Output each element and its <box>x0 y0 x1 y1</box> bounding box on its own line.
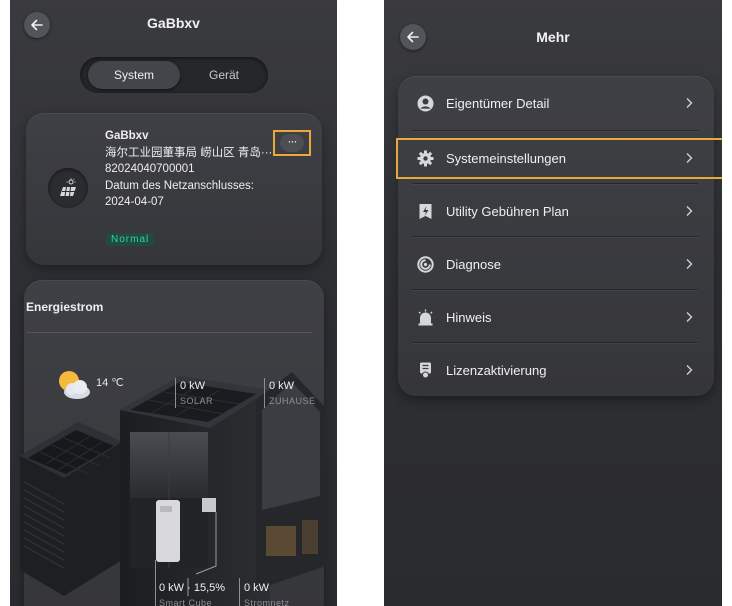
page-title: GaBbxv <box>147 15 200 31</box>
status-badge: Normal <box>106 233 155 246</box>
ellipsis-icon: ··· <box>280 134 304 152</box>
chevron-right-icon <box>686 98 693 108</box>
menu-item-utility-plan[interactable]: Utility Gebühren Plan <box>398 184 714 238</box>
tab-system[interactable]: System <box>88 61 180 89</box>
more-options-button[interactable]: ··· <box>273 130 311 156</box>
more-screen: Mehr Eigentümer Detail Systemeinstellung… <box>384 0 722 606</box>
grid-date-label: Datum des Netzanschlusses: <box>105 179 254 192</box>
battery-value: 0 kW · 15,5% <box>159 582 226 594</box>
solar-label: SOLAR <box>180 396 214 406</box>
menu-item-diagnose[interactable]: Diagnose <box>398 237 714 291</box>
weather-partly-cloudy-icon <box>59 371 90 399</box>
home-value: 0 kW <box>269 380 295 392</box>
view-toggle: System Gerät <box>80 57 268 93</box>
menu-item-notice[interactable]: Hinweis <box>398 290 714 344</box>
tab-device[interactable]: Gerät <box>184 61 264 89</box>
home-connector <box>264 378 265 408</box>
temperature: 14 ℃ <box>96 377 124 389</box>
energy-flow-title: Energiestrom <box>26 300 104 314</box>
system-screen: GaBbxv System Gerät GaBbxv 海尔工业园董事局 崂山区 … <box>10 0 337 606</box>
selection-highlight <box>396 138 722 179</box>
chevron-right-icon <box>686 259 693 269</box>
plant-id: 82024040700001 <box>105 163 195 175</box>
settings-menu: Eigentümer Detail Systemeinstellungen Ut… <box>398 76 714 396</box>
alarm-icon <box>416 308 434 326</box>
page-title: Mehr <box>536 29 570 45</box>
battery-label: Smart Cube <box>159 598 213 606</box>
grid-value: 0 kW <box>244 582 270 594</box>
chevron-right-icon <box>686 365 693 375</box>
solar-plant-icon <box>48 168 88 208</box>
grid-label: Stromnetz <box>244 598 290 606</box>
home-label: ZUHAUSE <box>269 396 316 406</box>
solar-value: 0 kW <box>180 380 206 392</box>
license-icon <box>416 361 434 379</box>
menu-item-label: Hinweis <box>446 309 492 325</box>
menu-item-owner-detail[interactable]: Eigentümer Detail <box>398 76 714 130</box>
divider <box>26 332 312 333</box>
menu-item-label: Lizenzaktivierung <box>446 362 547 378</box>
menu-item-label: Eigentümer Detail <box>446 95 550 111</box>
header: Mehr <box>384 0 722 50</box>
solar-connector <box>175 378 176 408</box>
header: GaBbxv <box>10 0 337 46</box>
menu-item-label: Utility Gebühren Plan <box>446 203 569 219</box>
menu-item-label: Diagnose <box>446 256 501 272</box>
grid-connector <box>239 578 240 606</box>
bolt-tag-icon <box>416 202 434 220</box>
chevron-right-icon <box>686 206 693 216</box>
chevron-right-icon <box>686 312 693 322</box>
user-circle-icon <box>416 94 434 112</box>
diagnose-icon <box>416 255 434 273</box>
battery-connector <box>155 560 156 606</box>
menu-item-license[interactable]: Lizenzaktivierung <box>398 343 714 397</box>
grid-date: 2024-04-07 <box>105 196 164 208</box>
